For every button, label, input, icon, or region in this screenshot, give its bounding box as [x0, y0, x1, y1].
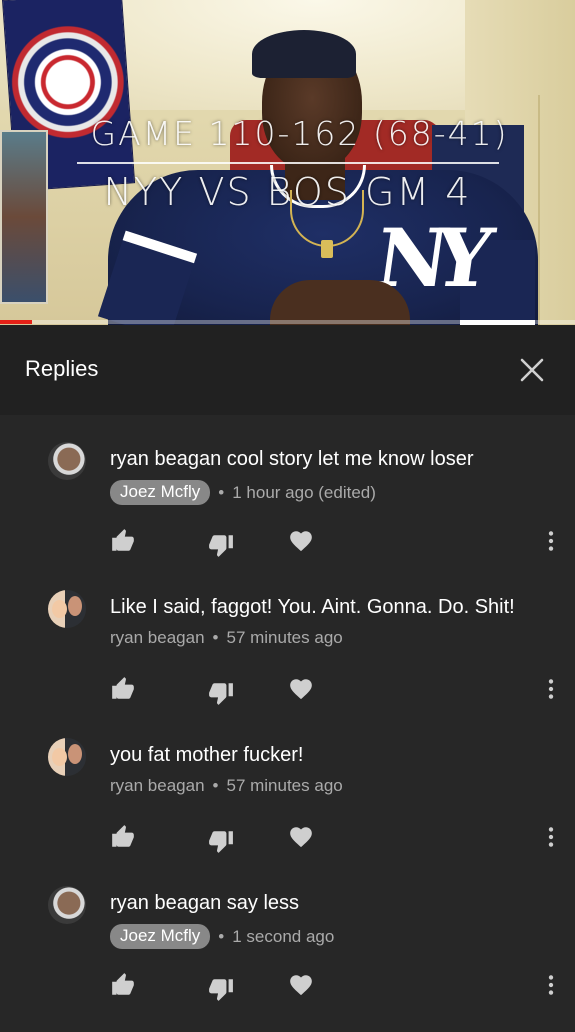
- dislike-button[interactable]: [208, 680, 236, 708]
- wall-poster: [0, 130, 48, 304]
- author-name[interactable]: Joez Mcfly: [110, 480, 211, 505]
- thumbs-up-icon: [110, 972, 138, 998]
- video-progress-bar[interactable]: [0, 320, 575, 324]
- person-hands: [270, 280, 410, 325]
- avatar[interactable]: [48, 590, 86, 628]
- reply-timestamp: 57 minutes ago: [226, 776, 343, 795]
- reply-item: ryan beagan cool story let me know loser…: [0, 440, 575, 588]
- reply-item: Like I said, faggot! You. Aint. Gonna. D…: [0, 588, 575, 736]
- more-options-button[interactable]: [538, 824, 566, 852]
- more-options-button[interactable]: [538, 676, 566, 704]
- reply-timestamp: 57 minutes ago: [226, 628, 343, 647]
- meta-separator: •: [212, 628, 219, 647]
- avatar[interactable]: [48, 886, 86, 924]
- heart-button[interactable]: [288, 972, 316, 1000]
- video-title-divider: [77, 162, 499, 164]
- thumbs-down-icon: [208, 680, 236, 706]
- heart-button[interactable]: [288, 528, 316, 556]
- meta-separator: •: [218, 926, 225, 946]
- more-vert-icon: [538, 528, 566, 554]
- heart-icon: [288, 676, 316, 702]
- meta-separator: •: [218, 482, 225, 502]
- heart-button[interactable]: [288, 676, 316, 704]
- like-button[interactable]: [110, 676, 138, 704]
- thumbs-down-icon: [208, 976, 236, 1002]
- reply-text: ryan beagan say less: [110, 892, 300, 914]
- thumbs-up-icon: [110, 528, 138, 554]
- heart-button[interactable]: [288, 824, 316, 852]
- video-title-line2: NYY VS BOS GM 4: [103, 170, 472, 214]
- chain-pendant: [321, 240, 333, 258]
- thumbs-up-icon: [110, 824, 138, 850]
- author-name[interactable]: Joez Mcfly: [110, 924, 211, 949]
- author-name[interactable]: ryan beagan: [110, 776, 205, 796]
- dislike-button[interactable]: [208, 976, 236, 1004]
- reply-timestamp: 1 second ago: [232, 926, 335, 946]
- avatar[interactable]: [48, 738, 86, 776]
- reply-meta: Joez Mcfly • 1 second ago: [110, 924, 334, 949]
- more-vert-icon: [538, 824, 566, 850]
- reply-timestamp: 1 hour ago (edited): [232, 482, 376, 502]
- close-icon[interactable]: [516, 354, 548, 386]
- more-options-button[interactable]: [538, 528, 566, 556]
- dislike-button[interactable]: [208, 532, 236, 560]
- reply-actions: [110, 676, 570, 706]
- reply-meta: Joez Mcfly • 1 hour ago (edited): [110, 480, 376, 505]
- heart-icon: [288, 824, 316, 850]
- reply-actions: [110, 528, 570, 558]
- video-player[interactable]: NY GAME 110-162 (68-41) NYY VS BOS GM 4: [0, 0, 575, 325]
- reply-meta: ryan beagan • 57 minutes ago: [110, 776, 343, 796]
- thumbs-down-icon: [208, 828, 236, 854]
- reply-text: Like I said, faggot! You. Aint. Gonna. D…: [110, 596, 515, 618]
- reply-item: ryan beagan say less Joez Mcfly • 1 second …: [0, 884, 575, 1032]
- reply-item: you fat mother fucker! ryan beagan • 57 min…: [0, 736, 575, 884]
- meta-separator: •: [212, 776, 219, 795]
- heart-icon: [288, 972, 316, 998]
- thumbs-down-icon: [208, 532, 236, 558]
- reply-meta: ryan beagan • 57 minutes ago: [110, 628, 343, 648]
- like-button[interactable]: [110, 972, 138, 1000]
- like-button[interactable]: [110, 528, 138, 556]
- reply-text: ryan beagan cool story let me know loser: [110, 448, 474, 470]
- more-vert-icon: [538, 676, 566, 702]
- reply-actions: [110, 972, 570, 1002]
- dislike-button[interactable]: [208, 828, 236, 856]
- reply-actions: [110, 824, 570, 854]
- more-options-button[interactable]: [538, 972, 566, 1000]
- person-cap: [252, 30, 356, 78]
- author-name[interactable]: ryan beagan: [110, 628, 205, 648]
- like-button[interactable]: [110, 824, 138, 852]
- reply-text: you fat mother fucker!: [110, 744, 304, 766]
- avatar[interactable]: [48, 442, 86, 480]
- thumbs-up-icon: [110, 676, 138, 702]
- video-progress-fill: [0, 320, 32, 324]
- more-vert-icon: [538, 972, 566, 998]
- heart-icon: [288, 528, 316, 554]
- replies-title: Replies: [25, 356, 99, 381]
- video-title-line1: GAME 110-162 (68-41): [90, 114, 509, 153]
